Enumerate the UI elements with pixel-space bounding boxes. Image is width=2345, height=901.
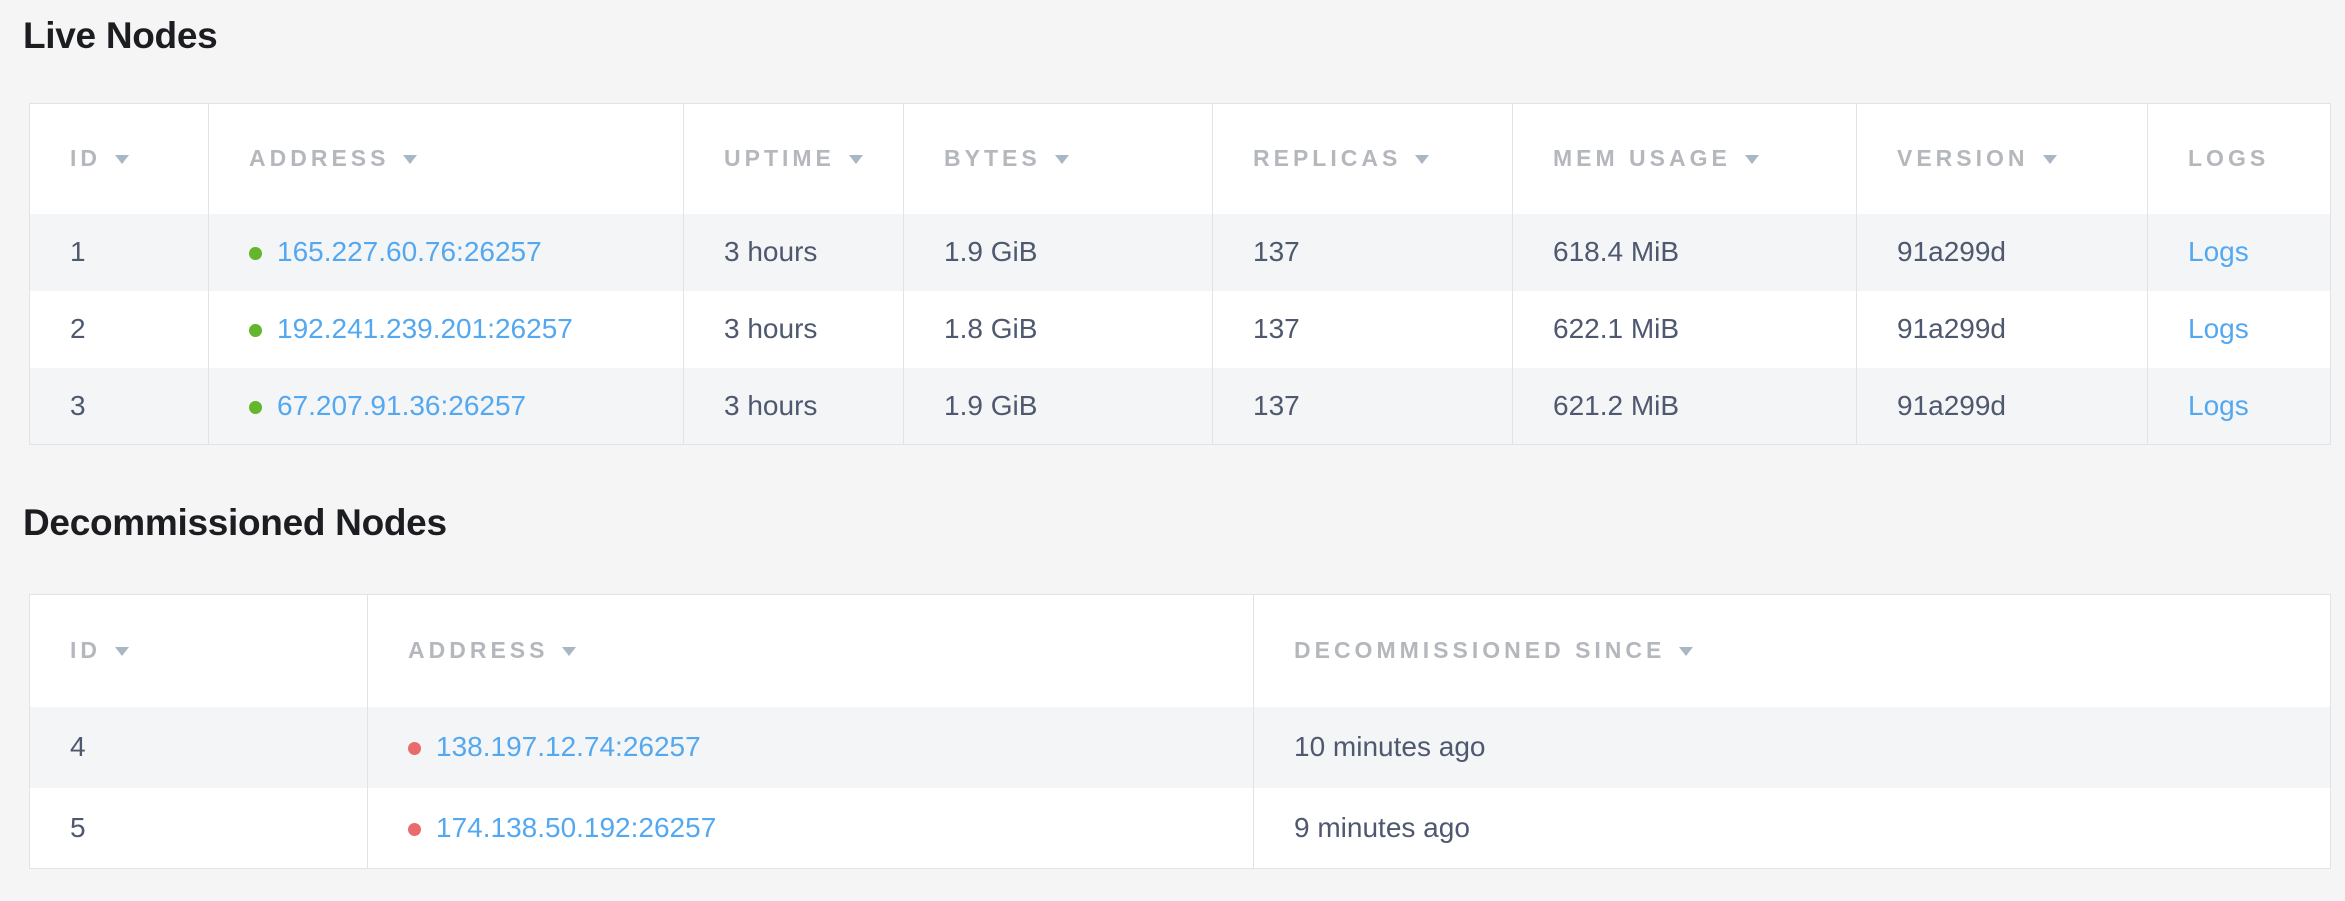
live-nodes-table: ID ADDRESS UPTIME BYTES REPLICAS MEM USA… (29, 103, 2331, 445)
column-header-address[interactable]: ADDRESS (209, 104, 684, 214)
replicas-cell: 137 (1213, 214, 1513, 291)
bytes-cell: 1.9 GiB (904, 214, 1213, 291)
column-label: BYTES (944, 145, 1041, 171)
column-label: LOGS (2188, 145, 2269, 171)
mem-usage-cell: 618.4 MiB (1513, 214, 1857, 291)
node-address-cell: 174.138.50.192:26257 (368, 788, 1254, 869)
column-label: UPTIME (724, 145, 835, 171)
uptime-cell: 3 hours (684, 368, 904, 445)
column-label: DECOMMISSIONED SINCE (1294, 637, 1665, 663)
decommissioned-since-cell: 10 minutes ago (1254, 707, 2331, 788)
uptime-cell: 3 hours (684, 214, 904, 291)
sort-arrow-icon (115, 647, 129, 656)
node-address-cell: 192.241.239.201:26257 (209, 291, 684, 368)
column-header-uptime[interactable]: UPTIME (684, 104, 904, 214)
node-address-link[interactable]: 138.197.12.74:26257 (436, 731, 701, 762)
column-label: ADDRESS (408, 637, 548, 663)
column-header-replicas[interactable]: REPLICAS (1213, 104, 1513, 214)
node-id-cell: 2 (30, 291, 209, 368)
bytes-cell: 1.8 GiB (904, 291, 1213, 368)
node-id-cell: 4 (30, 707, 368, 788)
table-row: 2 192.241.239.201:26257 3 hours 1.8 GiB … (30, 291, 2331, 368)
mem-usage-cell: 622.1 MiB (1513, 291, 1857, 368)
node-address-cell: 67.207.91.36:26257 (209, 368, 684, 445)
sort-arrow-icon (562, 647, 576, 656)
node-id-cell: 3 (30, 368, 209, 445)
live-status-icon (249, 247, 262, 260)
decommissioned-table-header-row: ID ADDRESS DECOMMISSIONED SINCE (30, 595, 2331, 707)
version-cell: 91a299d (1857, 291, 2148, 368)
column-header-logs: LOGS (2148, 104, 2331, 214)
node-address-link[interactable]: 165.227.60.76:26257 (277, 236, 542, 267)
bytes-cell: 1.9 GiB (904, 368, 1213, 445)
logs-cell: Logs (2148, 368, 2331, 445)
decommissioned-since-cell: 9 minutes ago (1254, 788, 2331, 869)
column-header-id[interactable]: ID (30, 595, 368, 707)
column-header-bytes[interactable]: BYTES (904, 104, 1213, 214)
logs-link[interactable]: Logs (2188, 236, 2249, 267)
node-id-cell: 5 (30, 788, 368, 869)
replicas-cell: 137 (1213, 368, 1513, 445)
sort-arrow-icon (1679, 647, 1693, 656)
node-address-cell: 138.197.12.74:26257 (368, 707, 1254, 788)
live-table-header-row: ID ADDRESS UPTIME BYTES REPLICAS MEM USA… (30, 104, 2331, 214)
node-address-link[interactable]: 174.138.50.192:26257 (436, 812, 716, 843)
decommissioned-status-icon (408, 742, 421, 755)
node-list-page: Live Nodes ID ADDRESS UPTIME BYTES REPLI… (0, 15, 2345, 869)
node-address-link[interactable]: 67.207.91.36:26257 (277, 390, 526, 421)
sort-arrow-icon (1415, 155, 1429, 164)
sort-arrow-icon (849, 155, 863, 164)
column-label: VERSION (1897, 145, 2029, 171)
column-label: ADDRESS (249, 145, 389, 171)
column-label: REPLICAS (1253, 145, 1401, 171)
node-id-cell: 1 (30, 214, 209, 291)
column-header-version[interactable]: VERSION (1857, 104, 2148, 214)
table-row: 5 174.138.50.192:26257 9 minutes ago (30, 788, 2331, 869)
decommissioned-nodes-title: Decommissioned Nodes (23, 502, 2345, 544)
sort-arrow-icon (115, 155, 129, 164)
column-label: ID (70, 637, 101, 663)
replicas-cell: 137 (1213, 291, 1513, 368)
column-header-id[interactable]: ID (30, 104, 209, 214)
sort-arrow-icon (1055, 155, 1069, 164)
decommissioned-status-icon (408, 823, 421, 836)
column-header-address[interactable]: ADDRESS (368, 595, 1254, 707)
column-header-mem-usage[interactable]: MEM USAGE (1513, 104, 1857, 214)
column-label: ID (70, 145, 101, 171)
column-label: MEM USAGE (1553, 145, 1731, 171)
version-cell: 91a299d (1857, 368, 2148, 445)
sort-arrow-icon (1745, 155, 1759, 164)
uptime-cell: 3 hours (684, 291, 904, 368)
sort-arrow-icon (403, 155, 417, 164)
version-cell: 91a299d (1857, 214, 2148, 291)
node-address-link[interactable]: 192.241.239.201:26257 (277, 313, 573, 344)
decommissioned-nodes-table: ID ADDRESS DECOMMISSIONED SINCE 4 138.19… (29, 594, 2331, 869)
table-row: 4 138.197.12.74:26257 10 minutes ago (30, 707, 2331, 788)
table-row: 3 67.207.91.36:26257 3 hours 1.9 GiB 137… (30, 368, 2331, 445)
live-status-icon (249, 401, 262, 414)
live-nodes-title: Live Nodes (23, 15, 2345, 57)
logs-link[interactable]: Logs (2188, 390, 2249, 421)
sort-arrow-icon (2043, 155, 2057, 164)
mem-usage-cell: 621.2 MiB (1513, 368, 1857, 445)
logs-cell: Logs (2148, 291, 2331, 368)
logs-cell: Logs (2148, 214, 2331, 291)
node-address-cell: 165.227.60.76:26257 (209, 214, 684, 291)
column-header-decommissioned-since[interactable]: DECOMMISSIONED SINCE (1254, 595, 2331, 707)
live-status-icon (249, 324, 262, 337)
logs-link[interactable]: Logs (2188, 313, 2249, 344)
table-row: 1 165.227.60.76:26257 3 hours 1.9 GiB 13… (30, 214, 2331, 291)
